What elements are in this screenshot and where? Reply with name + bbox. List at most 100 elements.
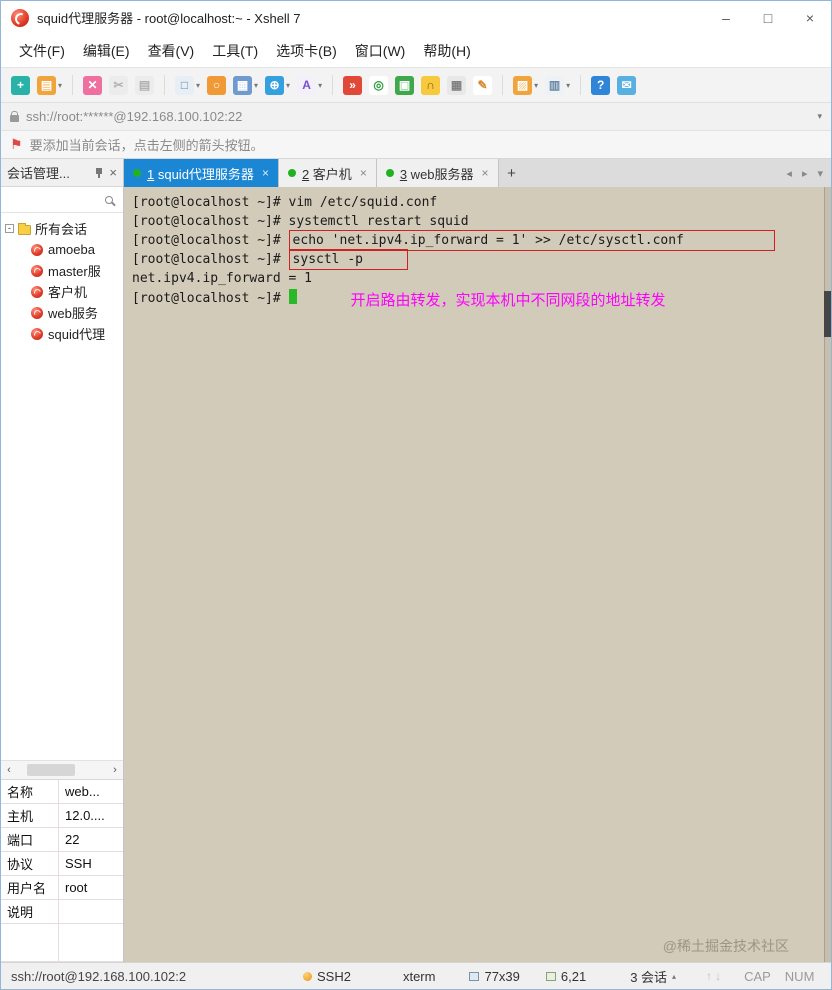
terminal-vscrollbar[interactable] [824, 187, 831, 962]
tab-close-icon[interactable]: × [360, 166, 367, 180]
session-tab[interactable]: 3 web服务器 × [376, 159, 499, 187]
feedback-button[interactable]: ✉ [617, 75, 637, 95]
scroll-right-icon[interactable]: › [107, 764, 123, 776]
menu-item[interactable]: 编辑(E) [83, 41, 130, 61]
tab-close-icon[interactable]: × [262, 166, 269, 180]
menu-item[interactable]: 查看(V) [148, 41, 195, 61]
property-label: 主机 [1, 804, 59, 827]
tab-label: 3 web服务器 [399, 166, 474, 182]
property-row-empty [1, 924, 123, 962]
session-properties: 名称 web... 主机 12.0.... 端口 22 协议 SSH 用户名 root 说明 [1, 780, 123, 924]
font-button[interactable]: A ▾ [297, 75, 322, 95]
maximize-button[interactable]: □ [747, 1, 789, 34]
session-search-row [1, 187, 123, 213]
menu-item[interactable]: 工具(T) [212, 41, 258, 61]
connected-dot-icon [133, 169, 141, 177]
session-tree-item[interactable]: 客户机 [5, 281, 123, 302]
session-properties-button[interactable]: ▦ ▾ [233, 75, 258, 95]
pin-icon[interactable] [94, 167, 104, 179]
session-tree-item[interactable]: amoeba [5, 239, 123, 260]
keyboard-button[interactable]: ▦ [447, 75, 467, 95]
new-tab-button[interactable]: + [499, 159, 525, 187]
disconnect-button[interactable]: ✕ [83, 75, 103, 95]
tab-label: 2 客户机 [301, 166, 352, 182]
highlight-box: echo 'net.ipv4.ip_forward = 1' >> /etc/s… [288, 230, 775, 251]
quick-command-button[interactable]: » [343, 75, 363, 95]
record-button[interactable]: ◎ [369, 75, 389, 95]
web-browser-button[interactable]: ⊕ ▾ [265, 75, 290, 95]
new-window-icon: □ [175, 75, 195, 95]
dropdown-caret-icon: ▾ [566, 80, 571, 90]
new-folder-button[interactable]: ▨ ▾ [513, 75, 538, 95]
new-window-button[interactable]: □ ▾ [175, 75, 200, 95]
close-button[interactable]: × [789, 1, 831, 34]
folder-icon [18, 222, 31, 235]
session-count[interactable]: 3 会话 ▴ [630, 967, 676, 986]
help-button[interactable]: ? [591, 75, 611, 95]
menu-item[interactable]: 文件(F) [19, 41, 65, 61]
layout-button[interactable]: ▥ ▾ [545, 75, 571, 95]
hscroll-thumb[interactable] [27, 764, 75, 776]
session-tree-root[interactable]: - 所有会话 [5, 218, 123, 239]
scroll-arrows-icon[interactable]: ↑↓ [706, 969, 724, 983]
session-search-input[interactable] [8, 192, 105, 207]
session-label: squid代理 [48, 327, 106, 342]
fullscreen-button[interactable]: ▣ [395, 75, 415, 95]
highlighter-button[interactable]: ✎ [473, 75, 493, 95]
tab-close-icon[interactable]: × [482, 166, 489, 180]
session-tree-item[interactable]: squid代理 [5, 323, 123, 344]
toolbar-separator [502, 75, 504, 95]
hscroll-track[interactable] [17, 764, 107, 776]
tab-nav: ◂ ▸ ▾ [778, 159, 831, 187]
quick-command-icon: » [343, 75, 363, 95]
status-cursor-position: 6,21 [545, 969, 586, 984]
session-tree-item[interactable]: web服务 [5, 302, 123, 323]
ssh-address[interactable]: ssh://root:******@192.168.100.102:22 [26, 109, 810, 124]
session-tab[interactable]: 2 客户机 × [278, 159, 377, 187]
minimize-button[interactable]: – [705, 1, 747, 34]
title-bar: squid代理服务器 - root@localhost:~ - Xshell 7… [1, 1, 831, 34]
menu-item[interactable]: 窗口(W) [355, 41, 406, 61]
paste-button[interactable]: ▤ [135, 75, 155, 95]
tab-prev-icon[interactable]: ◂ [786, 167, 792, 180]
lock-button[interactable]: ∩ [421, 75, 441, 95]
menu-item[interactable]: 帮助(H) [423, 41, 470, 61]
tree-expander-icon[interactable]: - [5, 224, 14, 233]
address-bar[interactable]: ssh://root:******@192.168.100.102:22 ▾ [1, 103, 831, 131]
property-row: 名称 web... [1, 780, 123, 804]
disconnect-icon: ✕ [83, 75, 103, 95]
keyboard-icon: ▦ [447, 75, 467, 95]
session-label: master服 [48, 264, 101, 279]
open-folder-button[interactable]: ▤ ▾ [37, 75, 62, 95]
session-tree-items: amoeba master服客户机 web服务 squid代理 [5, 239, 123, 344]
cut-button[interactable]: ✂ [109, 75, 129, 95]
window-title: squid代理服务器 - root@localhost:~ - Xshell 7 [37, 11, 301, 26]
num-lock-indicator: NUM [784, 968, 815, 984]
info-bar: ⚑ 要添加当前会话，点击左侧的箭头按钮。 [1, 131, 831, 159]
vscroll-thumb[interactable] [824, 291, 831, 337]
sidebar-hscrollbar[interactable]: ‹ › [1, 760, 123, 780]
cut-icon: ✂ [109, 75, 129, 95]
find-icon: ○ [207, 75, 227, 95]
cursor-position-icon [545, 971, 556, 981]
address-dropdown-icon[interactable]: ▾ [817, 111, 822, 122]
flag-icon: ⚑ [10, 136, 23, 152]
property-label: 协议 [1, 852, 59, 875]
session-manager-panel: 会话管理... × - 所有会话 amoeba master服 客户机 web服务 sq… [1, 159, 124, 962]
find-button[interactable]: ○ [207, 75, 227, 95]
scroll-left-icon[interactable]: ‹ [1, 764, 17, 776]
tab-menu-icon[interactable]: ▾ [817, 167, 823, 180]
paste-icon: ▤ [135, 75, 155, 95]
terminal[interactable]: [root@localhost ~]# vim /etc/squid.conf [… [124, 187, 831, 962]
session-label: amoeba [48, 242, 95, 257]
property-label: 端口 [1, 828, 59, 851]
session-list-icon[interactable]: ▴ [672, 972, 676, 981]
session-tab[interactable]: 1 squid代理服务器 × [124, 159, 279, 187]
fullscreen-icon: ▣ [395, 75, 415, 95]
new-session-button[interactable]: + [11, 75, 30, 95]
panel-close-icon[interactable]: × [109, 165, 117, 180]
session-tree-item[interactable]: master服 [5, 260, 123, 281]
tab-next-icon[interactable]: ▸ [802, 167, 808, 180]
terminal-line: [root@localhost ~]# sysctl -p [132, 249, 823, 270]
menu-item[interactable]: 选项卡(B) [276, 41, 337, 61]
